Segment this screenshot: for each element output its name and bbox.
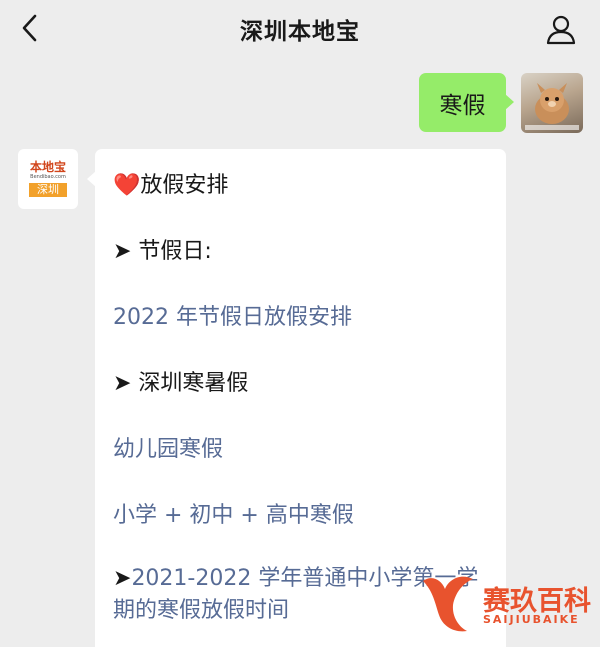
watermark: 赛玖百科 SAIJIUBAIKE [415,567,595,639]
section-winter-summer-text: 深圳寒暑假 [131,371,249,396]
outgoing-message-bubble[interactable]: 寒假 [419,73,514,132]
link-kindergarten-winter[interactable]: 幼儿园寒假 [113,431,223,463]
message-heading-text: 放假安排 [140,173,229,198]
watermark-sub: SAIJIUBAIKE [483,613,580,626]
bot-city-badge: 深圳 [29,183,67,197]
profile-icon[interactable] [544,12,578,46]
link-school-winter[interactable]: 小学 + 初中 + 高中寒假 [113,497,354,529]
section-holidays: ➤ 节假日: [113,233,212,265]
whale-tail-logo-icon [423,576,473,632]
chat-screen: 深圳本地宝 寒假 本地宝 Bendibao.com 深圳 ❤️放假安排 ➤ 节假… [0,0,600,647]
chat-title: 深圳本地宝 [240,19,360,45]
arrow-icon: ➤ [113,239,132,264]
section-winter-summer: ➤ 深圳寒暑假 [113,365,248,397]
bot-domain: Bendibao.com [30,174,66,180]
arrow-icon: ➤ [113,371,132,396]
bot-avatar[interactable]: 本地宝 Bendibao.com 深圳 [18,149,78,209]
chat-header: 深圳本地宝 [0,0,600,58]
arrow-icon: ➤ [113,566,132,591]
section-holidays-text: 节假日: [131,239,212,264]
message-heading: ❤️放假安排 [113,167,228,199]
outgoing-message-text: 寒假 [439,92,486,119]
bot-brand-logo: 本地宝 [29,160,66,174]
heart-icon: ❤️ [113,173,141,198]
link-2022-holidays[interactable]: 2022 年节假日放假安排 [113,299,352,331]
user-avatar[interactable] [521,73,583,133]
